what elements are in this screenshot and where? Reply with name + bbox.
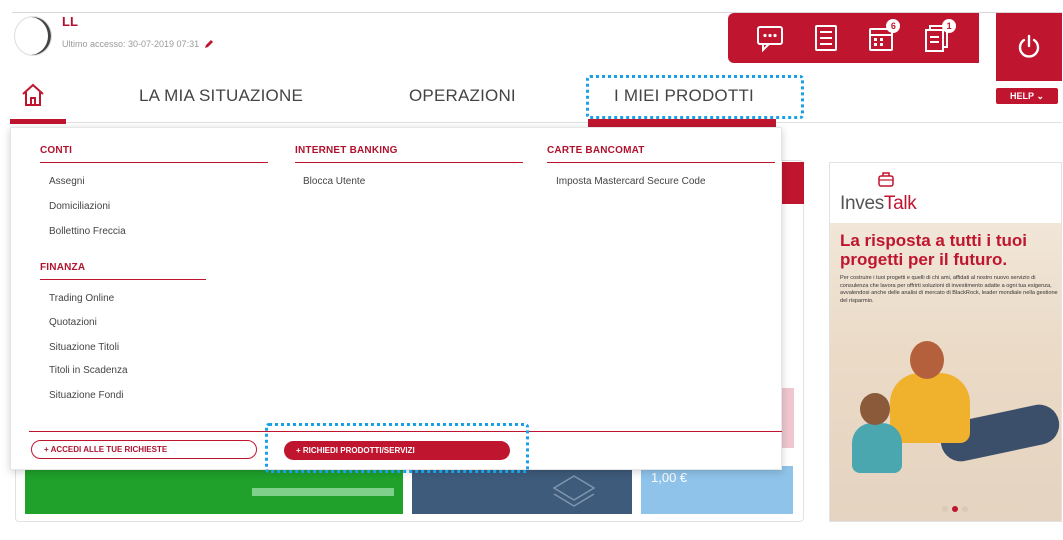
avatar[interactable] [14,16,52,56]
ad-logo: InvesTalk [840,193,917,215]
menu-link-trading-online[interactable]: Trading Online [49,293,114,304]
menu-link-blocca-utente[interactable]: Blocca Utente [303,176,365,187]
background-card-value: 1,00 € [651,470,688,485]
background-blue-card[interactable]: 1,00 € [641,466,793,514]
calendar-badge: 6 [886,19,901,33]
help-button[interactable]: HELP ⌄ [996,88,1058,104]
background-progress-bar [252,488,394,496]
carousel-dot[interactable] [942,506,948,512]
requests-button[interactable]: + ACCEDI ALLE TUE RICHIESTE [31,440,257,459]
last-access-text: Ultimo accesso: 30-07-2019 07:31 [62,39,200,49]
ad-copy: Per costruire i tuoi progetti e quelli d… [840,275,1058,304]
section-title-internet-banking: INTERNET BANKING [295,145,398,156]
ad-headline: La risposta a tutti i tuoi progetti per … [840,231,1028,269]
section-underline-finanza [40,279,206,280]
ad-logo-part1: Inves [840,193,884,214]
pencil-icon[interactable] [203,38,215,50]
highlight-request-products [265,423,529,473]
home-icon[interactable] [20,82,46,108]
highlight-nav-i-miei-prodotti [586,75,804,119]
logout-button[interactable] [996,13,1062,81]
chat-icon [756,26,783,53]
list-button[interactable] [810,22,842,54]
ad-carousel-dots[interactable] [942,506,968,512]
menu-link-titoli-in-scadenza[interactable]: Titoli in Scadenza [49,365,128,376]
investalk-ad-banner[interactable]: InvesTalk La risposta a tutti i tuoi pro… [829,162,1062,522]
menu-link-bollettino-freccia[interactable]: Bollettino Freccia [49,226,126,237]
power-icon [1018,34,1040,58]
list-icon [814,25,837,51]
ad-logo-part2: Talk [883,193,917,214]
last-access-info: Ultimo accesso: 30-07-2019 07:31 [62,38,215,50]
documents-badge: 1 [942,19,957,33]
nav-active-indicator [588,119,776,127]
nav-la-mia-situazione[interactable]: LA MIA SITUAZIONE [139,86,303,106]
menu-link-quotazioni[interactable]: Quotazioni [49,317,97,328]
ad-photo-adult [890,373,970,443]
section-underline-carte-bancomat [547,162,775,163]
ad-photo-adult-head [910,341,944,379]
nav-operazioni[interactable]: OPERAZIONI [409,86,516,106]
nav-divider [10,122,1062,123]
stack-icon [552,475,596,507]
top-toolbar: 6 1 [728,13,979,63]
home-active-indicator [10,119,66,124]
menu-link-domiciliazioni[interactable]: Domiciliazioni [49,201,110,212]
documents-button[interactable]: 1 [921,19,957,54]
section-underline-conti [40,162,268,163]
section-title-conti: CONTI [40,145,73,156]
background-green-card[interactable] [25,466,403,514]
user-name: LL [62,14,78,29]
calendar-button[interactable]: 6 [865,19,901,54]
menu-link-mastercard-secure-code[interactable]: Imposta Mastercard Secure Code [556,176,706,187]
menu-link-situazione-titoli[interactable]: Situazione Titoli [49,342,119,353]
help-label: HELP [1009,91,1034,101]
section-title-finanza: FINANZA [40,262,86,273]
menu-link-situazione-fondi[interactable]: Situazione Fondi [49,390,124,401]
page: LL Ultimo accesso: 30-07-2019 07:31 6 1 … [0,0,1063,540]
chevron-down-icon: ⌄ [1033,90,1045,101]
ad-photo-child-head [860,393,890,425]
briefcase-chat-icon [878,172,894,187]
carousel-dot[interactable] [962,506,968,512]
ad-photo-child [852,423,902,473]
products-dropdown-panel: CONTI Assegni Domiciliazioni Bollettino … [10,127,782,470]
section-underline-internet-banking [295,162,523,163]
menu-link-assegni[interactable]: Assegni [49,176,85,187]
carousel-dot-active[interactable] [952,506,958,512]
messages-button[interactable] [754,22,786,54]
background-navy-card[interactable] [412,466,632,514]
section-title-carte-bancomat: CARTE BANCOMAT [547,145,645,156]
